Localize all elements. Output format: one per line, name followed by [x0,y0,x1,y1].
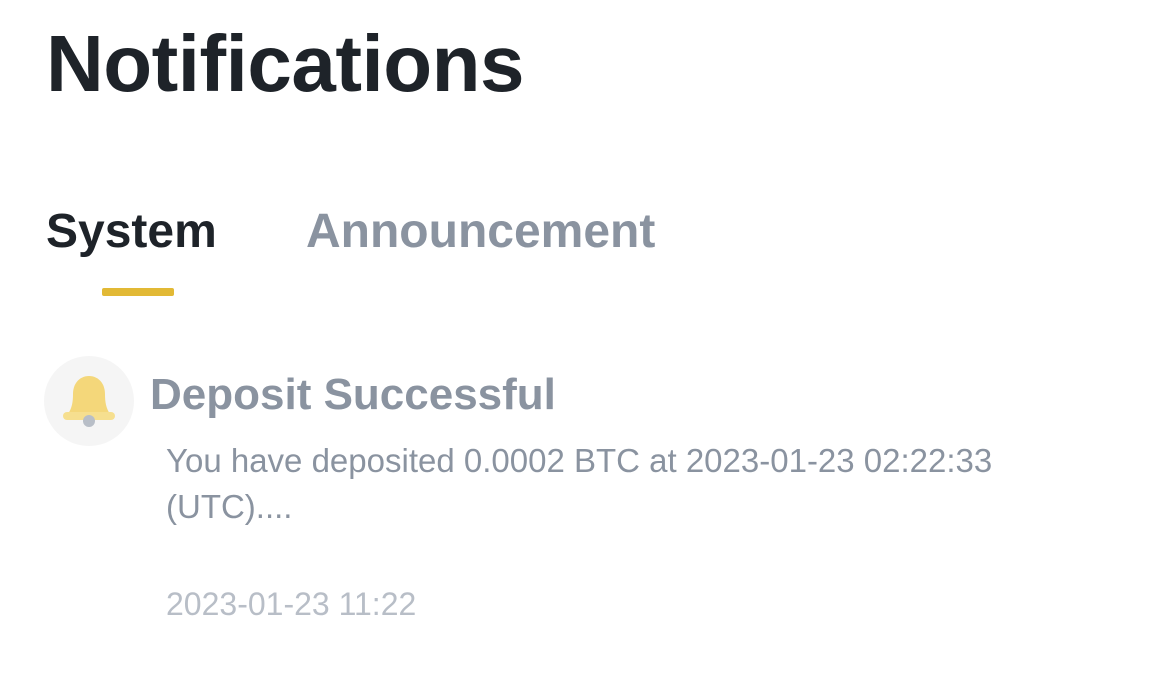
notification-time: 2023-01-23 11:22 [166,586,417,622]
notification-title: Deposit Successful [150,370,556,419]
tab-system[interactable]: System [46,200,217,264]
notification-tabs: System Announcement [46,200,746,300]
tab-announcement[interactable]: Announcement [306,200,655,264]
bell-icon [44,356,134,446]
notification-item[interactable]: Deposit Successful You have deposited 0.… [44,356,1144,636]
page-title: Notifications [46,19,524,108]
active-tab-indicator [102,288,174,296]
notification-body: You have deposited 0.0002 BTC at 2023-01… [166,442,993,525]
notifications-page: Notifications System Announcement Deposi… [0,0,1170,675]
